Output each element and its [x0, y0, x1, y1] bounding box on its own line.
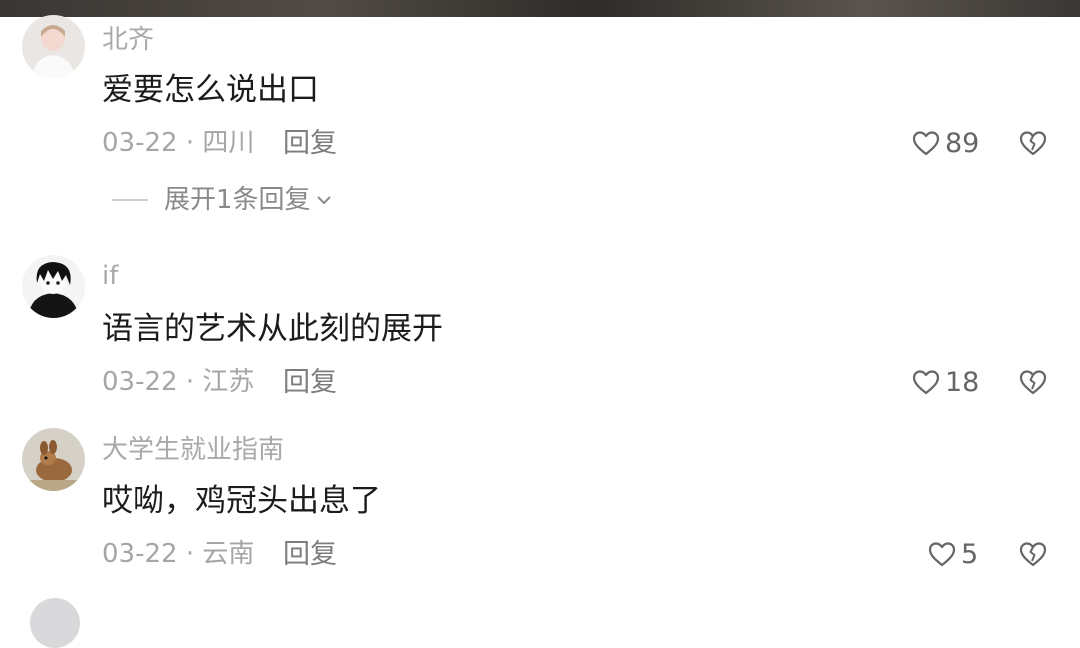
- username[interactable]: if: [102, 263, 118, 289]
- chevron-down-icon: [316, 196, 331, 205]
- comment-meta: 03-22 · 江苏: [102, 369, 254, 395]
- meta-separator: ·: [185, 539, 195, 569]
- like-count: 18: [945, 366, 980, 398]
- comment-location: 四川: [202, 128, 255, 158]
- heart-outline-icon: [928, 542, 956, 567]
- reply-button[interactable]: 回复: [283, 130, 337, 157]
- divider-dash: [112, 199, 148, 201]
- avatar[interactable]: [22, 428, 85, 491]
- username[interactable]: 北齐: [102, 27, 154, 53]
- meta-separator: ·: [185, 367, 195, 397]
- broken-heart-icon[interactable]: [1018, 368, 1048, 396]
- like-button[interactable]: 89: [911, 129, 979, 157]
- reply-button[interactable]: 回复: [283, 369, 337, 396]
- comment-location: 云南: [202, 539, 255, 569]
- comment-location: 江苏: [202, 367, 255, 397]
- like-count: 5: [961, 538, 979, 570]
- avatar[interactable]: [22, 15, 85, 78]
- heart-outline-icon: [912, 131, 940, 156]
- comment-text[interactable]: 爱要怎么说出口: [102, 75, 319, 106]
- comment-meta: 03-22 · 四川: [102, 130, 254, 156]
- comment-date: 03-22: [102, 367, 178, 397]
- broken-heart-icon[interactable]: [1018, 540, 1048, 568]
- avatar[interactable]: [30, 598, 80, 648]
- expand-replies-label: 展开1条回复: [164, 185, 311, 215]
- comment-meta: 03-22 · 云南: [102, 541, 254, 567]
- username[interactable]: 大学生就业指南: [102, 437, 284, 463]
- broken-heart-icon[interactable]: [1018, 129, 1048, 157]
- avatar[interactable]: [22, 255, 85, 318]
- heart-outline-icon: [912, 370, 940, 395]
- comment-text[interactable]: 哎呦，鸡冠头出息了: [102, 486, 381, 517]
- reply-button[interactable]: 回复: [283, 541, 337, 568]
- comment-text[interactable]: 语言的艺术从此刻的展开: [102, 314, 443, 345]
- like-count: 89: [945, 127, 980, 159]
- like-button[interactable]: 18: [911, 368, 979, 396]
- like-button[interactable]: 5: [927, 540, 978, 568]
- comment-date: 03-22: [102, 539, 178, 569]
- expand-replies-button[interactable]: 展开1条回复: [112, 187, 333, 213]
- meta-separator: ·: [185, 128, 195, 158]
- comment-date: 03-22: [102, 128, 178, 158]
- video-bottom-edge: [0, 0, 1080, 17]
